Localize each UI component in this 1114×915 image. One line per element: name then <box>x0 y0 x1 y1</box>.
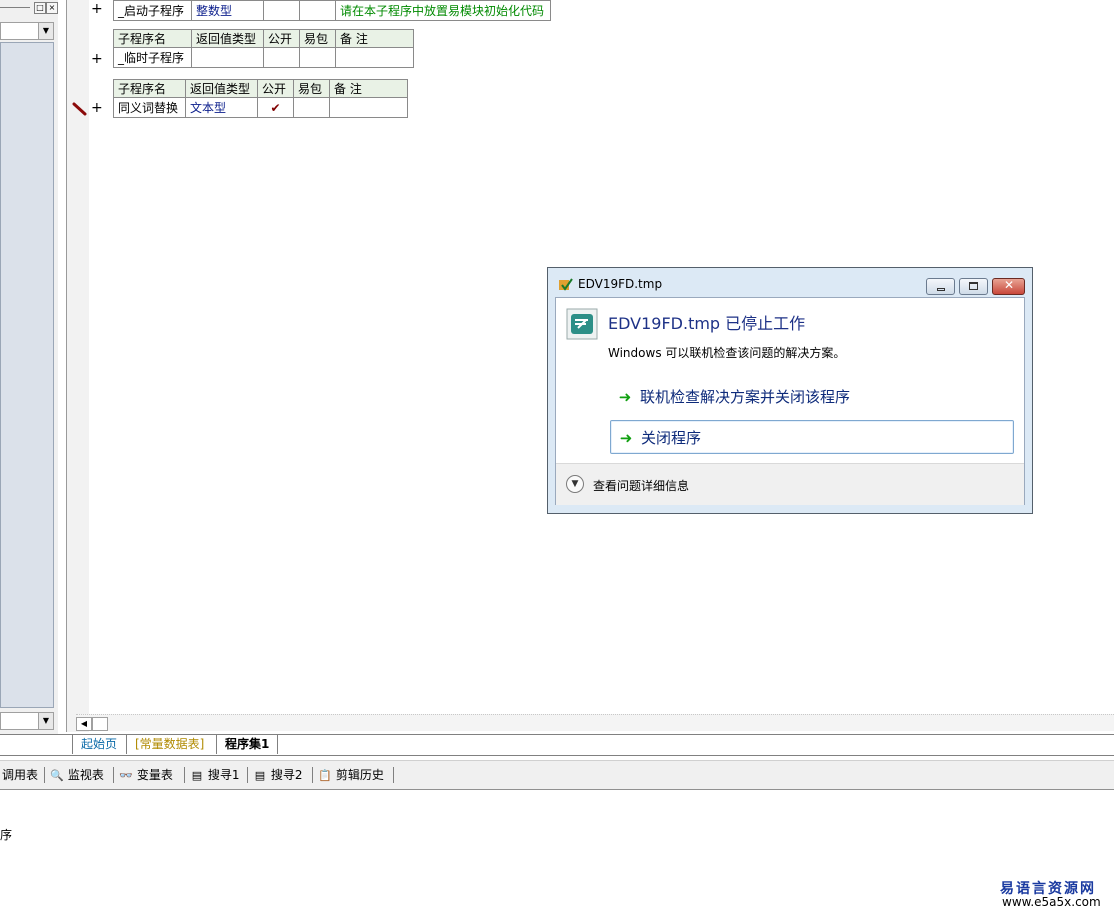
dialog-content: EDV19FD.tmp 已停止工作 Windows 可以联机检查该问题的解决方案… <box>555 297 1025 505</box>
variable-table-button[interactable]: 👓 变量表 <box>119 766 173 784</box>
subroutine-name-cell[interactable]: 同义词替换 <box>113 97 186 118</box>
call-table-label: 调用表 <box>2 768 39 782</box>
property-panel: □ × ▼ ▼ 属性 <box>0 0 58 754</box>
easy-pkg-cell[interactable] <box>299 47 336 68</box>
property-list[interactable] <box>0 42 54 708</box>
search1-button[interactable]: ▤ 搜寻1 <box>190 766 240 784</box>
chevron-down-icon[interactable]: ▼ <box>566 475 584 493</box>
header-name: 子程序名 <box>113 79 186 98</box>
arrow-right-icon: ➜ <box>619 429 633 447</box>
dialog-heading: EDV19FD.tmp 已停止工作 <box>608 314 806 333</box>
easy-pkg-cell[interactable] <box>293 97 330 118</box>
toolbar-separator <box>44 767 45 783</box>
public-check-icon[interactable]: ✔ <box>257 97 294 118</box>
expand-marker[interactable]: + <box>91 100 103 116</box>
output-text: 序 <box>0 828 13 842</box>
close-button[interactable]: ✕ <box>992 278 1025 295</box>
scroll-thumb[interactable] <box>92 717 108 731</box>
note-cell[interactable] <box>335 47 414 68</box>
edit-pencil-icon <box>72 102 87 116</box>
panel-restore-button[interactable]: □ <box>34 2 46 14</box>
header-easy-pkg: 易包 <box>299 29 336 48</box>
note-cell[interactable]: 请在本子程序中放置易模块初始化代码 <box>335 0 551 21</box>
check-online-label: 联机检查解决方案并关闭该程序 <box>640 388 851 406</box>
header-note: 备 注 <box>335 29 414 48</box>
app-icon <box>559 278 573 291</box>
header-name: 子程序名 <box>113 29 192 48</box>
close-icon: ✕ <box>1004 278 1015 292</box>
header-return-type: 返回值类型 <box>185 79 258 98</box>
watermark-url: www.e5a5x.com <box>1002 895 1101 909</box>
panel-close-button[interactable]: × <box>46 2 58 14</box>
close-program-label: 关闭程序 <box>641 429 702 447</box>
panel-titlebar: □ × <box>0 0 58 16</box>
property-selector[interactable]: ▼ <box>0 712 54 730</box>
arrow-right-icon: ➜ <box>618 388 632 406</box>
header-note: 备 注 <box>329 79 408 98</box>
header-return-type: 返回值类型 <box>191 29 264 48</box>
dialog-footer: ▼ 查看问题详细信息 <box>556 463 1024 505</box>
error-dialog: EDV19FD.tmp ✕ EDV19FD.tmp 已停止工作 Windows … <box>547 267 1033 514</box>
return-type-cell[interactable]: 文本型 <box>185 97 258 118</box>
expand-marker[interactable]: + <box>91 51 103 67</box>
watch-table-button[interactable]: 🔍 监视表 <box>50 766 104 784</box>
object-selector[interactable]: ▼ <box>0 22 54 40</box>
header-public: 公开 <box>263 29 300 48</box>
tab-start-page[interactable]: 起始页 <box>72 735 125 754</box>
search1-label: 搜寻1 <box>207 768 240 782</box>
public-cell[interactable] <box>263 0 300 21</box>
call-table-button[interactable]: 调用表 <box>2 766 38 784</box>
scroll-left-button[interactable]: ◀ <box>76 717 92 731</box>
check-online-close-button[interactable]: ➜ 联机检查解决方案并关闭该程序 <box>610 380 1014 414</box>
search-doc-icon: ▤ <box>254 769 266 782</box>
dialog-subtext: Windows 可以联机检查该问题的解决方案。 <box>608 346 846 360</box>
clip-history-button[interactable]: 📋 剪辑历史 <box>318 766 384 784</box>
maximize-button[interactable] <box>959 278 988 295</box>
search2-button[interactable]: ▤ 搜寻2 <box>253 766 303 784</box>
tab-constant-table[interactable]: [常量数据表] <box>126 735 212 754</box>
search2-label: 搜寻2 <box>270 768 303 782</box>
easy-pkg-cell[interactable] <box>299 0 336 21</box>
view-details-link[interactable]: 查看问题详细信息 <box>593 477 689 494</box>
minimize-button[interactable] <box>926 278 955 295</box>
subroutine-table-startup: _启动子程序 整数型 请在本子程序中放置易模块初始化代码 <box>113 0 551 21</box>
subroutine-name-cell[interactable]: _临时子程序 <box>113 47 192 68</box>
bottom-toolbar: 调用表 🔍 监视表 👓 变量表 ▤ 搜寻1 ▤ 搜寻2 📋 剪辑历史 <box>0 760 1114 790</box>
toolbar-separator <box>393 767 394 783</box>
chevron-down-icon[interactable]: ▼ <box>38 23 53 39</box>
return-type-cell[interactable] <box>191 47 264 68</box>
note-cell[interactable] <box>329 97 408 118</box>
public-cell[interactable] <box>263 47 300 68</box>
clipboard-icon: 📋 <box>318 769 332 782</box>
header-public: 公开 <box>257 79 294 98</box>
expand-marker[interactable]: + <box>91 1 103 17</box>
close-program-button[interactable]: ➜ 关闭程序 <box>610 420 1014 454</box>
subroutine-name-cell[interactable]: _启动子程序 <box>113 0 192 21</box>
minimize-icon <box>937 288 945 291</box>
glasses-icon: 👓 <box>119 769 133 782</box>
document-tab-strip: 起始页 [常量数据表] 程序集1 <box>0 734 1114 756</box>
toolbar-separator <box>312 767 313 783</box>
dialog-title: EDV19FD.tmp <box>578 277 663 291</box>
clip-history-label: 剪辑历史 <box>335 768 384 782</box>
toolbar-separator <box>184 767 185 783</box>
maximize-icon <box>969 282 978 290</box>
watch-table-label: 监视表 <box>67 768 104 782</box>
header-easy-pkg: 易包 <box>293 79 330 98</box>
subroutine-table-temp: 子程序名 返回值类型 公开 易包 备 注 _临时子程序 <box>113 29 414 68</box>
search-doc-icon: ▤ <box>191 769 203 782</box>
magnifier-icon: 🔍 <box>50 769 64 782</box>
titlebar-grip <box>0 7 30 8</box>
toolbar-separator <box>247 767 248 783</box>
program-icon <box>566 308 598 340</box>
return-type-cell[interactable]: 整数型 <box>191 0 264 21</box>
subroutine-table-synonym: 子程序名 返回值类型 公开 易包 备 注 同义词替换 文本型 ✔ <box>113 79 408 118</box>
horizontal-scrollbar[interactable]: ◀ <box>76 714 1114 731</box>
chevron-down-icon[interactable]: ▼ <box>38 713 53 729</box>
toolbar-separator <box>113 767 114 783</box>
tab-program-set[interactable]: 程序集1 <box>216 735 279 754</box>
variable-table-label: 变量表 <box>136 768 173 782</box>
